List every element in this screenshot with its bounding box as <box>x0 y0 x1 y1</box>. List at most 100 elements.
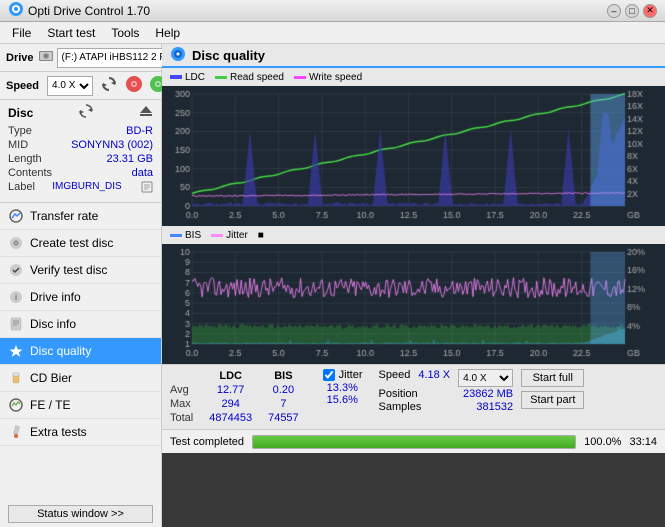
create-test-disc-icon <box>8 235 24 251</box>
max-jitter: 15.6% <box>323 394 363 406</box>
stats-bis-header: BIS <box>260 369 307 383</box>
stats-empty-header <box>170 369 201 383</box>
nav-fe-te[interactable]: FE / TE <box>0 392 161 419</box>
disc-quality-label: Disc quality <box>30 344 91 358</box>
nav-disc-quality[interactable]: Disc quality <box>0 338 161 365</box>
disc-label-edit-icon[interactable] <box>141 181 153 196</box>
start-full-button[interactable]: Start full <box>521 369 584 387</box>
nav-cd-bier[interactable]: CD Bier <box>0 365 161 392</box>
total-bis: 74557 <box>260 411 307 425</box>
disc-info-icon <box>8 316 24 332</box>
fe-te-icon <box>8 397 24 413</box>
jitter-label: Jitter <box>339 369 363 381</box>
nav-extra-tests[interactable]: Extra tests <box>0 419 161 446</box>
ldc-legend-color <box>170 75 182 79</box>
status-window-button[interactable]: Status window >> <box>8 505 153 523</box>
max-label: Max <box>170 397 201 411</box>
drive-info-icon: i <box>8 289 24 305</box>
total-ldc: 4874453 <box>201 411 260 425</box>
total-label: Total <box>170 411 201 425</box>
mid-value: SONYNN3 (002) <box>71 139 153 151</box>
type-label: Type <box>8 125 32 137</box>
jitter-legend-color <box>211 234 223 237</box>
nav-verify-test-disc[interactable]: Verify test disc <box>0 257 161 284</box>
jitter-legend-label: Jitter <box>226 230 248 241</box>
cd-bier-icon <box>8 370 24 386</box>
length-label: Length <box>8 153 42 165</box>
drive-icon <box>38 49 54 66</box>
disc-section-label: Disc <box>8 106 33 120</box>
position-value: 23862 MB <box>463 388 513 400</box>
extra-tests-label: Extra tests <box>30 425 87 439</box>
menu-start-test[interactable]: Start test <box>39 24 103 42</box>
speed-row: Speed 4.0 X <box>0 72 161 100</box>
ldc-legend-label: LDC <box>185 72 205 83</box>
read-legend-color <box>215 76 227 79</box>
speed-info-value: 4.18 X <box>418 369 450 387</box>
menu-tools[interactable]: Tools <box>103 24 147 42</box>
progress-bar <box>253 436 575 448</box>
avg-label: Avg <box>170 383 201 397</box>
maximize-button[interactable]: □ <box>625 4 639 18</box>
drive-info-label: Drive info <box>30 290 81 304</box>
progress-percent: 100.0% <box>584 436 621 448</box>
speed-selector[interactable]: 4.0 X <box>458 369 513 387</box>
jitter-checkbox[interactable] <box>323 369 335 381</box>
close-button[interactable]: ✕ <box>643 4 657 18</box>
nav-transfer-rate[interactable]: Transfer rate <box>0 203 161 230</box>
read-legend-label: Read speed <box>230 72 284 83</box>
verify-test-disc-icon <box>8 262 24 278</box>
drive-label: Drive <box>6 52 34 64</box>
start-part-button[interactable]: Start part <box>521 391 584 409</box>
refresh-icon[interactable] <box>101 76 117 95</box>
drive-row: Drive (F:) ATAPI iHBS112 2 PL06 <box>0 44 161 72</box>
menu-file[interactable]: File <box>4 24 39 42</box>
disc-refresh-icon[interactable] <box>79 104 93 121</box>
nav-drive-info[interactable]: i Drive info <box>0 284 161 311</box>
avg-bis: 0.20 <box>260 383 307 397</box>
transfer-rate-label: Transfer rate <box>30 209 98 223</box>
speed-label: Speed <box>6 80 39 92</box>
progress-container <box>252 435 576 449</box>
type-value: BD-R <box>126 125 153 137</box>
svg-text:i: i <box>15 293 17 302</box>
contents-label: Contents <box>8 167 52 179</box>
lower-legend: BIS Jitter ■ <box>162 226 665 244</box>
contents-value: data <box>132 167 153 179</box>
nav-create-test-disc[interactable]: Create test disc <box>0 230 161 257</box>
disc-label-value: IMGBURN_DIS <box>52 181 121 196</box>
stats-table: LDC BIS Avg 12.77 0.20 Max 294 7 <box>170 369 307 425</box>
lower-chart <box>162 244 665 364</box>
disc-quality-header: Disc quality <box>162 44 665 68</box>
disc-info-label: Disc info <box>30 317 76 331</box>
menubar: File Start test Tools Help <box>0 22 665 44</box>
samples-label: Samples <box>379 401 422 413</box>
lower-chart-area <box>162 244 665 364</box>
cd-bier-label: CD Bier <box>30 371 72 385</box>
write-legend-label: Write speed <box>309 72 362 83</box>
verify-test-disc-label: Verify test disc <box>30 263 107 277</box>
speed-select[interactable]: 4.0 X <box>47 76 93 96</box>
nav-disc-info[interactable]: Disc info <box>0 311 161 338</box>
position-label: Position <box>379 388 418 400</box>
menu-help[interactable]: Help <box>147 24 188 42</box>
speed-info-label: Speed <box>379 369 411 387</box>
samples-value: 381532 <box>476 401 513 413</box>
disc-icon1[interactable] <box>125 75 143 96</box>
minimize-button[interactable]: – <box>607 4 621 18</box>
upper-chart <box>162 86 665 226</box>
titlebar: Opti Drive Control 1.70 – □ ✕ <box>0 0 665 22</box>
stats-ldc-header: LDC <box>201 369 260 383</box>
avg-ldc: 12.77 <box>201 383 260 397</box>
upper-chart-area <box>162 86 665 226</box>
transfer-rate-icon <box>8 208 24 224</box>
max-bis: 7 <box>260 397 307 411</box>
bis-legend-color <box>170 234 182 237</box>
sidebar: Drive (F:) ATAPI iHBS112 2 PL06 Speed 4.… <box>0 44 162 527</box>
avg-jitter: 13.3% <box>323 382 363 394</box>
disc-eject-icon[interactable] <box>139 104 153 121</box>
action-buttons: Start full Start part <box>521 369 584 409</box>
elapsed-time: 33:14 <box>629 436 657 448</box>
disc-quality-icon <box>8 343 24 359</box>
disc-panel: Disc Type BD-R MID SONYNN3 (002) Length … <box>0 100 161 203</box>
